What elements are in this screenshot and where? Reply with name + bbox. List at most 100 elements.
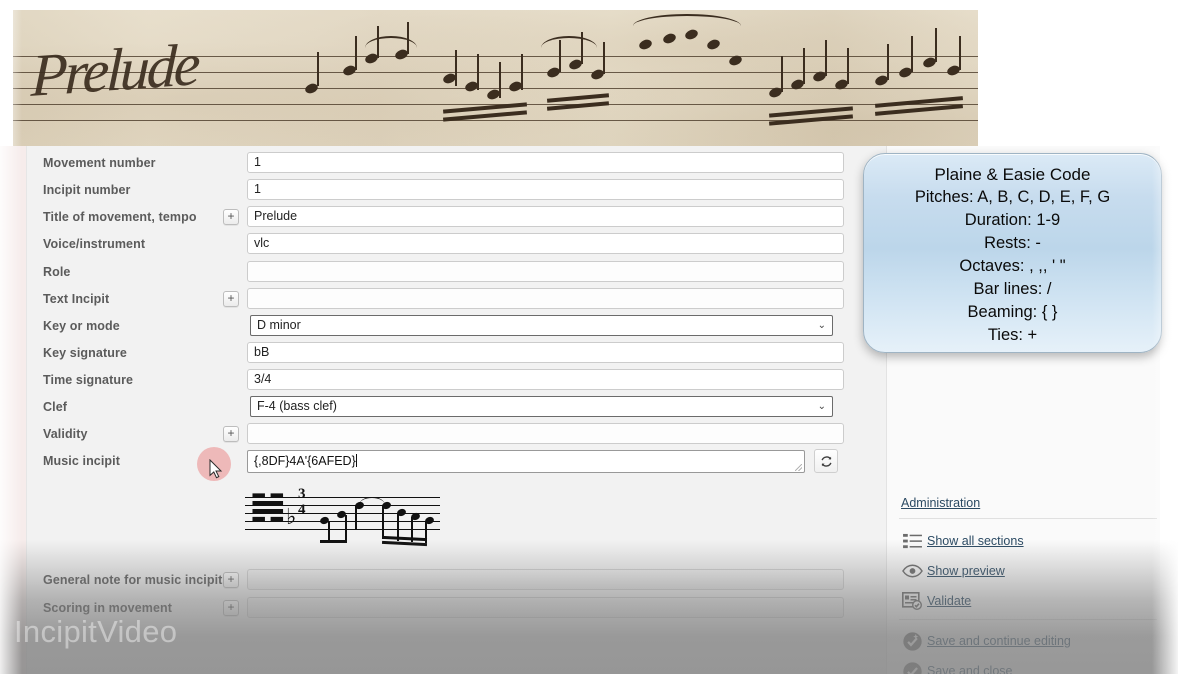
time-signature-numerator: 3 bbox=[298, 486, 306, 502]
label-title-tempo: Title of movement, tempo bbox=[43, 209, 197, 224]
manuscript-stem bbox=[355, 36, 357, 70]
label-text-incipit: Text Incipit bbox=[43, 291, 110, 306]
form-row-key-or-mode: Key or mode D minor ⌄ bbox=[27, 312, 887, 339]
add-general-note-button[interactable]: + bbox=[223, 571, 239, 588]
top-white-bar bbox=[0, 0, 1178, 10]
tie bbox=[359, 497, 385, 505]
add-validity-button[interactable]: + bbox=[223, 425, 239, 442]
select-clef[interactable]: F-4 (bass clef) ⌄ bbox=[250, 396, 833, 417]
form-row-validity: Validity + bbox=[27, 420, 887, 447]
form-row-incipit-number: Incipit number 1 bbox=[27, 176, 887, 203]
label-movement-number: Movement number bbox=[43, 155, 156, 170]
right-edge-gutter bbox=[1160, 146, 1178, 674]
save-close-icon bbox=[897, 660, 927, 674]
divider bbox=[899, 619, 1157, 620]
sidebar-item-validate[interactable]: Validate bbox=[897, 589, 1167, 613]
input-time-signature[interactable]: 3/4 bbox=[247, 369, 844, 390]
sidebar-item-show-preview[interactable]: Show preview bbox=[897, 559, 1167, 583]
input-general-note[interactable] bbox=[247, 569, 844, 590]
label-music-incipit: Music incipit bbox=[43, 454, 121, 468]
callout-line-barlines: Bar lines: / bbox=[973, 280, 1052, 298]
input-music-incipit-value: {,8DF}4A'{6AFED} bbox=[254, 453, 356, 468]
manuscript-title-handwriting: Prelude bbox=[30, 31, 199, 109]
beam bbox=[320, 540, 347, 544]
plaine-easie-help-callout: Plaine & Easie Code Pitches: A, B, C, D,… bbox=[863, 153, 1162, 353]
input-text-incipit[interactable] bbox=[247, 288, 844, 309]
manuscript-stem bbox=[603, 42, 605, 74]
input-voice-instrument[interactable]: vlc bbox=[247, 233, 844, 254]
manuscript-image[interactable]: Prelude bbox=[13, 10, 978, 156]
select-clef-value: F-4 (bass clef) bbox=[257, 399, 337, 413]
form-row-movement-number: Movement number 1 bbox=[27, 149, 887, 176]
callout-line-duration: Duration: 1-9 bbox=[964, 211, 1061, 229]
input-incipit-number[interactable]: 1 bbox=[247, 179, 844, 200]
input-music-incipit[interactable]: {,8DF}4A'{6AFED} bbox=[247, 449, 805, 473]
validate-icon bbox=[897, 590, 927, 612]
select-key-or-mode-value: D minor bbox=[257, 318, 301, 332]
manuscript-stem bbox=[803, 48, 805, 84]
form-row-text-incipit: Text Incipit + bbox=[27, 285, 887, 312]
sidebar-item-save-and-continue-editing[interactable]: Save and continue editing bbox=[897, 629, 1167, 653]
form-row-voice-instrument: Voice/instrument vlc bbox=[27, 230, 887, 257]
control: Prelude bbox=[247, 206, 887, 227]
input-title-tempo[interactable]: Prelude bbox=[247, 206, 844, 227]
control bbox=[247, 288, 887, 309]
select-key-or-mode[interactable]: D minor ⌄ bbox=[250, 315, 833, 336]
label-key-signature: Key signature bbox=[43, 345, 127, 360]
input-validity[interactable] bbox=[247, 423, 844, 444]
control bbox=[247, 261, 887, 282]
label-validity: Validity bbox=[43, 426, 88, 441]
label-role: Role bbox=[43, 264, 71, 279]
label-scoring-in-movement: Scoring in movement bbox=[43, 600, 173, 615]
chevron-down-icon: ⌄ bbox=[817, 401, 826, 412]
sidebar-item-label: Save and continue editing bbox=[927, 634, 1071, 648]
control: {,8DF}4A'{6AFED} bbox=[247, 449, 887, 473]
manuscript-stem bbox=[959, 36, 961, 70]
callout-line-beaming: Beaming: { } bbox=[967, 303, 1058, 321]
form-row-role: Role bbox=[27, 258, 887, 285]
control bbox=[247, 423, 887, 444]
manuscript-stem bbox=[455, 50, 457, 86]
form-row-title-tempo: Title of movement, tempo + Prelude bbox=[27, 203, 887, 230]
sidebar-item-label: Show preview bbox=[927, 564, 1005, 578]
add-text-incipit-button[interactable]: + bbox=[223, 290, 239, 307]
mouse-cursor bbox=[209, 459, 223, 479]
control bbox=[247, 597, 887, 618]
manuscript-stem bbox=[559, 40, 561, 72]
input-scoring-in-movement[interactable] bbox=[247, 597, 844, 618]
sidebar-item-save-and-close[interactable]: Save and close bbox=[897, 659, 1167, 674]
manuscript-stem bbox=[781, 56, 783, 92]
control: D minor ⌄ bbox=[247, 315, 887, 336]
screen-root: Prelude Movement number 1 Incipit number… bbox=[0, 0, 1178, 674]
input-key-signature[interactable]: bB bbox=[247, 342, 844, 363]
add-scoring-button[interactable]: + bbox=[223, 599, 239, 616]
sidebar-item-show-all-sections[interactable]: Show all sections bbox=[897, 529, 1167, 553]
input-role[interactable] bbox=[247, 261, 844, 282]
manuscript-stem bbox=[825, 40, 827, 76]
refresh-incipit-button[interactable] bbox=[814, 449, 838, 473]
form-row-time-signature: Time signature 3/4 bbox=[27, 366, 887, 393]
control: bB bbox=[247, 342, 887, 363]
note-stem bbox=[355, 506, 357, 530]
form-row-scoring: Scoring in movement + bbox=[27, 594, 887, 621]
sidebar-item-label: Validate bbox=[927, 594, 972, 608]
add-title-tempo-button[interactable]: + bbox=[223, 208, 239, 225]
manuscript-stem bbox=[477, 54, 479, 90]
resize-grip[interactable] bbox=[795, 463, 802, 471]
chevron-down-icon: ⌄ bbox=[817, 320, 826, 331]
incipit-form-panel: Movement number 1 Incipit number 1 Title… bbox=[26, 146, 886, 674]
divider bbox=[899, 518, 1157, 519]
callout-line-pitches: Pitches: A, B, C, D, E, F, G bbox=[914, 188, 1111, 206]
manuscript-stem bbox=[911, 36, 913, 72]
manuscript-stem bbox=[887, 44, 889, 80]
input-movement-number[interactable]: 1 bbox=[247, 152, 844, 173]
text-caret bbox=[355, 453, 357, 467]
sidebar-item-administration[interactable]: Administration bbox=[901, 496, 980, 510]
control: 1 bbox=[247, 152, 887, 173]
beam bbox=[381, 540, 428, 547]
bass-clef-glyph: 𝌢 bbox=[249, 482, 287, 531]
sidebar-item-label: Show all sections bbox=[927, 534, 1024, 548]
manuscript-stem bbox=[317, 52, 319, 86]
note-stem bbox=[382, 506, 384, 539]
label-time-signature: Time signature bbox=[43, 372, 134, 387]
